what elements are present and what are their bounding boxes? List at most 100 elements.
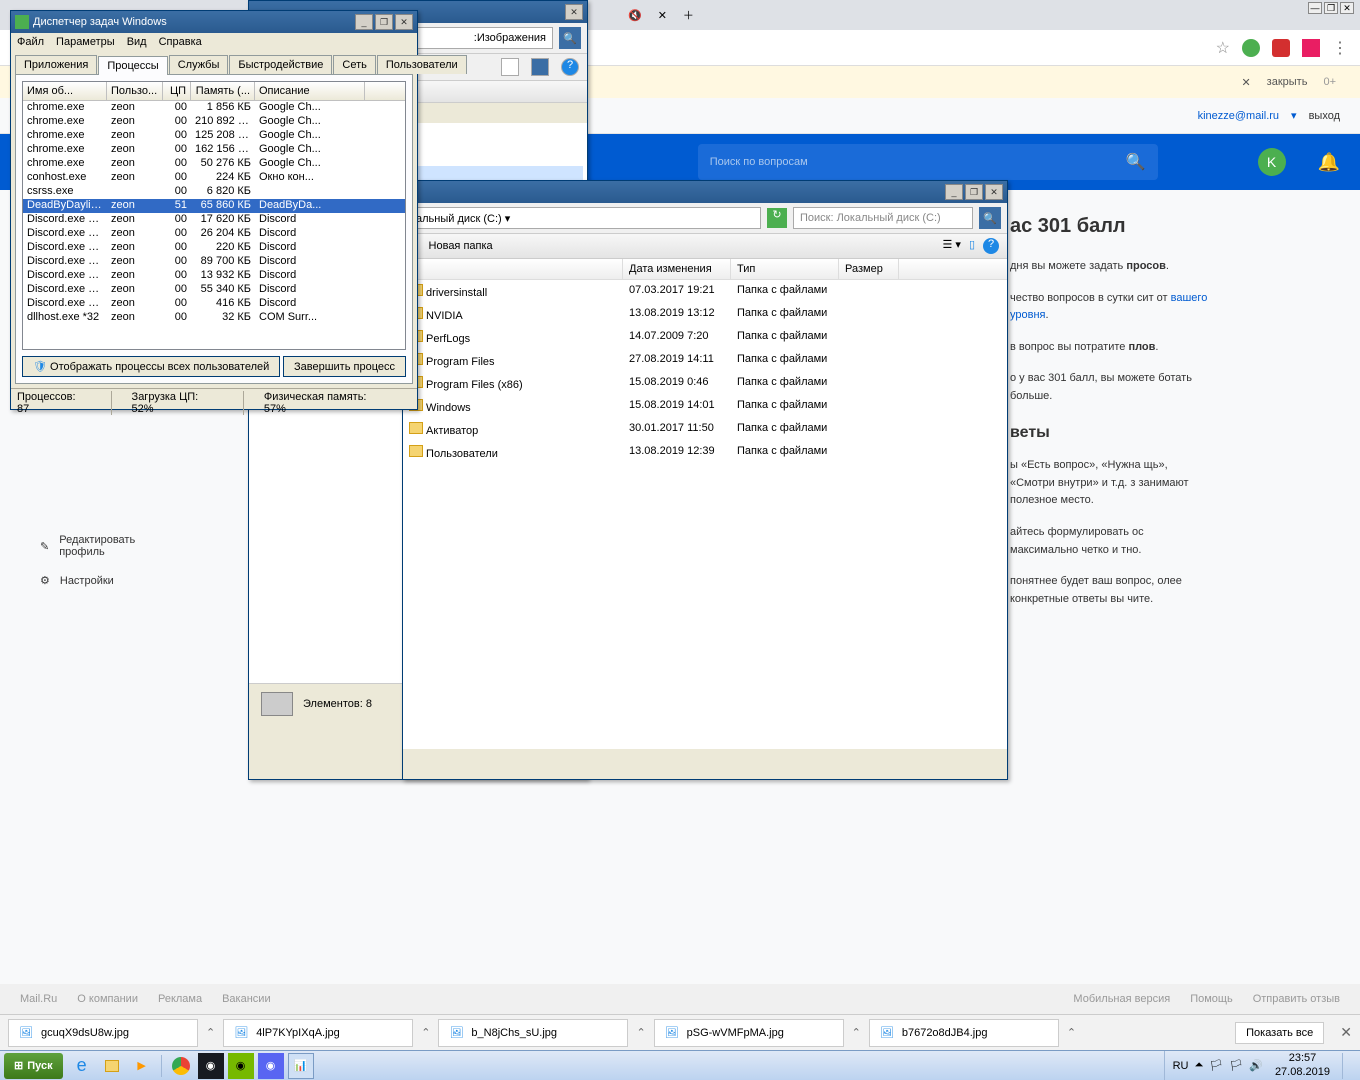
taskmgr-max[interactable]: ❐ <box>375 14 393 30</box>
ex2-col-3[interactable]: Размер <box>839 259 899 279</box>
new-folder-btn[interactable]: Новая папка <box>429 240 493 252</box>
mail-search[interactable]: Поиск по вопросам 🔍 <box>698 144 1158 180</box>
footer-mobile[interactable]: Мобильная версия <box>1073 993 1170 1005</box>
process-row[interactable]: Discord.exe *32zeon0017 620 КБDiscord <box>23 213 405 227</box>
task-manager-window[interactable]: Диспетчер задач Windows _ ❐ ✕ Файл Параме… <box>10 10 418 410</box>
tm-col-2[interactable]: ЦП <box>163 82 191 100</box>
process-row[interactable]: chrome.exezeon0050 276 КБGoogle Ch... <box>23 157 405 171</box>
tray-lang[interactable]: RU <box>1173 1060 1189 1072</box>
footer-jobs[interactable]: Вакансии <box>222 993 271 1005</box>
taskmgr-titlebar[interactable]: Диспетчер задач Windows _ ❐ ✕ <box>11 11 417 33</box>
ext-icon-1[interactable] <box>1242 39 1260 57</box>
tm-col-3[interactable]: Память (... <box>191 82 255 100</box>
close-tab-icon[interactable]: ✕ <box>658 9 667 22</box>
tray-volume-icon[interactable]: 🔊 <box>1249 1059 1263 1072</box>
taskbar-chrome[interactable] <box>168 1053 194 1079</box>
ad-close-label[interactable]: закрыть <box>1267 76 1308 88</box>
ex2-col-1[interactable]: Дата изменения <box>623 259 731 279</box>
process-row[interactable]: Discord.exe *32zeon0089 700 КБDiscord <box>23 255 405 269</box>
download-item[interactable]: 🖼b_N8jChs_sU.jpg <box>438 1019 628 1047</box>
ad-close-x[interactable]: ✕ <box>1241 76 1250 89</box>
explorer1-search-btn[interactable]: 🔍 <box>559 27 581 49</box>
file-row[interactable]: Windows15.08.2019 14:01Папка с файлами <box>403 395 1007 418</box>
logout-link[interactable]: выход <box>1309 110 1340 122</box>
taskbar-steam[interactable]: ◉ <box>198 1053 224 1079</box>
new-tab-icon[interactable]: ＋ <box>683 7 694 23</box>
taskbar-discord[interactable]: ◉ <box>258 1053 284 1079</box>
ex2-col-2[interactable]: Тип <box>731 259 839 279</box>
file-row[interactable]: Program Files27.08.2019 14:11Папка с фай… <box>403 349 1007 372</box>
tm-tab-1[interactable]: Процессы <box>98 56 167 75</box>
avatar[interactable]: K <box>1258 148 1286 176</box>
process-row[interactable]: Discord.exe *32zeon0013 932 КБDiscord <box>23 269 405 283</box>
help-icon[interactable]: ? <box>561 58 579 76</box>
start-button[interactable]: ⊞Пуск <box>4 1053 63 1079</box>
tm-col-1[interactable]: Пользо... <box>107 82 163 100</box>
preview-pane-icon[interactable]: ▯ <box>969 238 975 254</box>
taskbar-taskmgr[interactable]: 📊 <box>288 1053 314 1079</box>
taskbar-nvidia[interactable]: ◉ <box>228 1053 254 1079</box>
file-row[interactable]: Активатор30.01.2017 11:50Папка с файлами <box>403 418 1007 441</box>
taskmgr-close[interactable]: ✕ <box>395 14 413 30</box>
process-row[interactable]: csrss.exe006 820 КБ <box>23 185 405 199</box>
footer-mailru[interactable]: Mail.Ru <box>20 993 57 1005</box>
process-row[interactable]: Discord.exe *32zeon0026 204 КБDiscord <box>23 227 405 241</box>
explorer2-close[interactable]: ✕ <box>985 184 1003 200</box>
file-row[interactable]: PerfLogs14.07.2009 7:20Папка с файлами <box>403 326 1007 349</box>
explorer2-max[interactable]: ❐ <box>965 184 983 200</box>
star-icon[interactable]: ☆ <box>1216 38 1230 58</box>
ex2-col-0[interactable] <box>403 259 623 279</box>
footer-help[interactable]: Помощь <box>1190 993 1233 1005</box>
download-chevron[interactable]: ⌃ <box>852 1026 861 1039</box>
process-row[interactable]: chrome.exezeon001 856 КБGoogle Ch... <box>23 101 405 115</box>
tm-tab-3[interactable]: Быстродействие <box>229 55 332 74</box>
download-item[interactable]: 🖼4lP7KYpIXqA.jpg <box>223 1019 413 1047</box>
chrome-close[interactable]: ✕ <box>1340 2 1354 14</box>
explorer2-min[interactable]: _ <box>945 184 963 200</box>
tm-col-4[interactable]: Описание <box>255 82 365 100</box>
show-all-users-btn[interactable]: 🛡 Отображать процессы всех пользователей <box>22 356 280 377</box>
file-row[interactable]: Program Files (x86)15.08.2019 0:46Папка … <box>403 372 1007 395</box>
footer-feedback[interactable]: Отправить отзыв <box>1253 993 1340 1005</box>
download-chevron[interactable]: ⌃ <box>206 1026 215 1039</box>
ext-icon-3[interactable] <box>1302 39 1320 57</box>
tray-action-icon[interactable]: 🏳 <box>1229 1059 1243 1072</box>
close-download-bar[interactable]: ✕ <box>1340 1024 1352 1041</box>
bell-icon[interactable]: 🔔 <box>1318 152 1340 173</box>
chrome-minimize[interactable]: — <box>1308 2 1322 14</box>
process-row[interactable]: Discord.exe *32zeon0055 340 КБDiscord <box>23 283 405 297</box>
explorer1-close[interactable]: ✕ <box>565 4 583 20</box>
download-chevron[interactable]: ⌃ <box>1067 1026 1076 1039</box>
chrome-maximize[interactable]: ❐ <box>1324 2 1338 14</box>
footer-ads[interactable]: Реклама <box>158 993 202 1005</box>
process-row[interactable]: chrome.exezeon00210 892 КБGoogle Ch... <box>23 115 405 129</box>
chrome-menu-icon[interactable]: ⋮ <box>1332 38 1348 58</box>
tm-tab-4[interactable]: Сеть <box>333 55 375 74</box>
view-details-icon[interactable]: ☰ ▾ <box>942 238 960 254</box>
file-row[interactable]: driversinstall07.03.2017 19:21Папка с фа… <box>403 280 1007 303</box>
mute-icon[interactable]: 🔇 <box>628 9 642 22</box>
taskmgr-min[interactable]: _ <box>355 14 373 30</box>
user-email-link[interactable]: kinezze@mail.ru <box>1198 110 1279 122</box>
footer-about[interactable]: О компании <box>77 993 138 1005</box>
explorer2-search-btn[interactable]: 🔍 <box>979 207 1001 229</box>
explorer-c-window[interactable]: _ ❐ ✕ альный диск (C:) ▾ ↻ Поиск: Локаль… <box>402 180 1008 780</box>
tray-show-desktop[interactable] <box>1342 1053 1352 1079</box>
process-row[interactable]: Discord.exe *32zeon00416 КБDiscord <box>23 297 405 311</box>
end-process-btn[interactable]: Завершить процесс <box>283 356 406 377</box>
download-item[interactable]: 🖼b7672o8dJB4.jpg <box>869 1019 1059 1047</box>
file-row[interactable]: Пользователи13.08.2019 12:39Папка с файл… <box>403 441 1007 464</box>
process-row[interactable]: conhost.exezeon00224 КБОкно кон... <box>23 171 405 185</box>
tm-menu-1[interactable]: Параметры <box>56 36 115 48</box>
tm-menu-3[interactable]: Справка <box>159 36 202 48</box>
file-row[interactable]: NVIDIA13.08.2019 13:12Папка с файлами <box>403 303 1007 326</box>
tm-tab-2[interactable]: Службы <box>169 55 229 74</box>
tray-clock[interactable]: 23:57 27.08.2019 <box>1269 1052 1336 1078</box>
explorer2-titlebar[interactable]: _ ❐ ✕ <box>403 181 1007 203</box>
show-all-downloads[interactable]: Показать все <box>1235 1022 1324 1044</box>
tm-menu-0[interactable]: Файл <box>17 36 44 48</box>
download-chevron[interactable]: ⌃ <box>636 1026 645 1039</box>
help-icon[interactable]: ? <box>983 238 999 254</box>
search-icon[interactable]: 🔍 <box>1126 152 1146 172</box>
taskbar-explorer[interactable] <box>99 1053 125 1079</box>
